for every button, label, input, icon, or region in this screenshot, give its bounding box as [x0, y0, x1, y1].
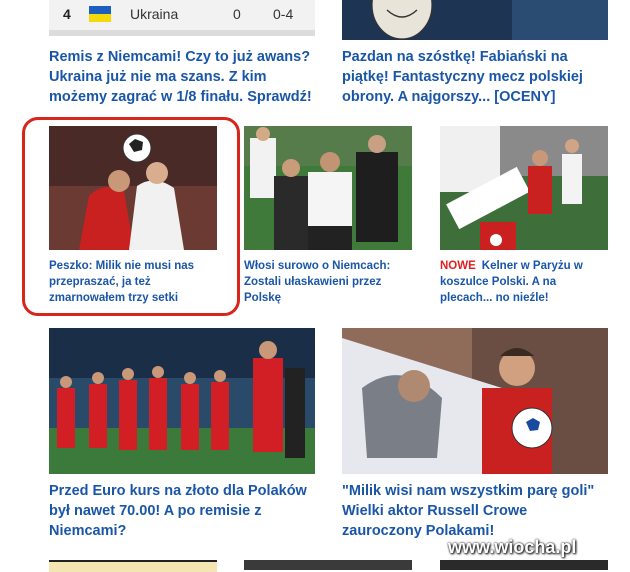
german-players-photo	[244, 126, 412, 250]
article-title-peszko[interactable]: Peszko: Milik nie musi nas przepraszać, …	[49, 258, 217, 306]
article-image-peszko[interactable]	[49, 126, 217, 250]
next-article-thumb-2[interactable]	[244, 560, 412, 570]
article-image-pazdan[interactable]	[342, 0, 608, 40]
crowe-milik-photo	[342, 328, 608, 474]
watermark: www.wiocha.pl	[448, 537, 577, 557]
standings-table: 4 Ukraina 0 0-4	[49, 0, 315, 36]
new-badge: NOWE	[440, 260, 476, 272]
football-header-photo	[49, 126, 217, 250]
article-image-wlosi[interactable]	[244, 126, 412, 250]
standings-points: 0	[233, 6, 241, 22]
standings-goals: 0-4	[273, 6, 294, 22]
polish-team-photo	[49, 328, 315, 474]
article-title-pazdan[interactable]: Pazdan na szóstkę! Fabiański na piątkę! …	[342, 47, 608, 107]
standings-rank: 4	[63, 6, 71, 22]
article-title-kelner-wrap[interactable]: NOWE Kelner w Paryżu w koszulce Polski. A…	[440, 258, 608, 306]
article-title-milik-crowe[interactable]: "Milik wisi nam wszystkim parę goli" Wie…	[342, 481, 608, 541]
article-title-remis[interactable]: Remis z Niemcami! Czy to już awans? Ukra…	[49, 47, 321, 107]
next-article-thumb-1[interactable]	[49, 560, 217, 572]
article-title-euro-kurs[interactable]: Przed Euro kurs na złoto dla Polaków był…	[49, 481, 319, 541]
standings-team[interactable]: Ukraina	[130, 6, 178, 22]
next-article-thumb-3[interactable]	[440, 560, 608, 570]
ukraine-flag-icon	[89, 6, 111, 22]
article-image-euro-kurs[interactable]	[49, 328, 315, 474]
article-title-wlosi[interactable]: Włosi surowo o Niemcach: Zostali ułaskaw…	[244, 258, 412, 306]
article-image-milik-crowe[interactable]	[342, 328, 608, 474]
article-image-kelner[interactable]	[440, 126, 608, 250]
caricature-image	[342, 0, 608, 40]
waiter-photo	[440, 126, 608, 250]
